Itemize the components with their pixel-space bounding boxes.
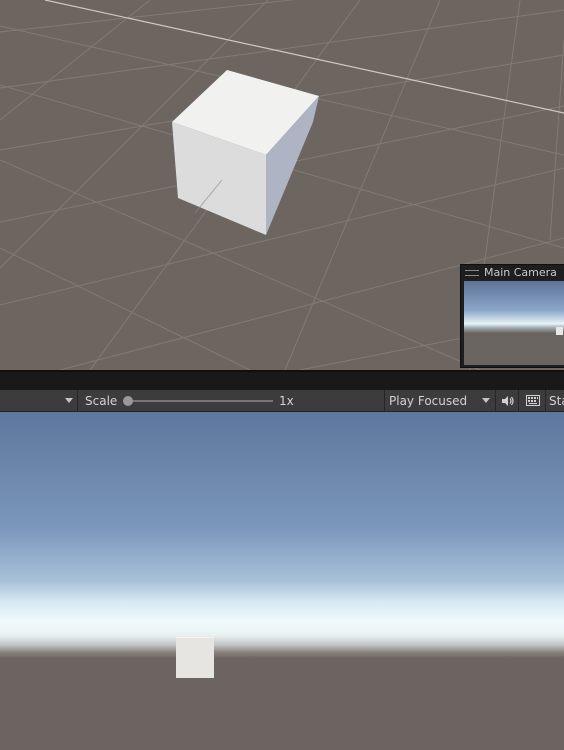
chevron-down-icon xyxy=(482,398,490,403)
play-mode-dropdown[interactable]: Play Focused xyxy=(384,390,496,411)
game-view-toolbar: Scale 1x Play Focused Stats xyxy=(0,390,564,412)
camera-preview-title-bar[interactable]: Main Camera xyxy=(461,265,564,280)
camera-preview-image xyxy=(464,281,564,365)
scale-label: Scale xyxy=(85,393,118,408)
scale-slider-handle[interactable] xyxy=(123,396,133,406)
game-cube xyxy=(176,637,214,678)
scene-view[interactable]: Main Camera xyxy=(0,0,564,370)
panel-divider[interactable] xyxy=(0,370,564,390)
cube-gameobject[interactable] xyxy=(172,70,319,235)
drag-handle-icon[interactable] xyxy=(465,269,479,276)
chevron-down-icon xyxy=(65,398,73,403)
play-mode-label: Play Focused xyxy=(389,393,468,408)
keyboard-icon xyxy=(525,395,540,406)
keyboard-shortcuts-button[interactable] xyxy=(520,390,546,411)
mute-audio-button[interactable] xyxy=(497,390,519,411)
speaker-icon xyxy=(502,395,514,406)
game-view[interactable] xyxy=(0,412,564,750)
display-dropdown[interactable] xyxy=(0,390,78,411)
camera-preview-title: Main Camera xyxy=(484,266,557,279)
scale-slider-track[interactable] xyxy=(125,400,273,402)
camera-preview-overlay[interactable]: Main Camera xyxy=(460,264,564,368)
scale-value: 1x xyxy=(279,393,294,408)
preview-cube xyxy=(556,327,563,335)
stats-button[interactable]: Stats xyxy=(549,390,564,411)
